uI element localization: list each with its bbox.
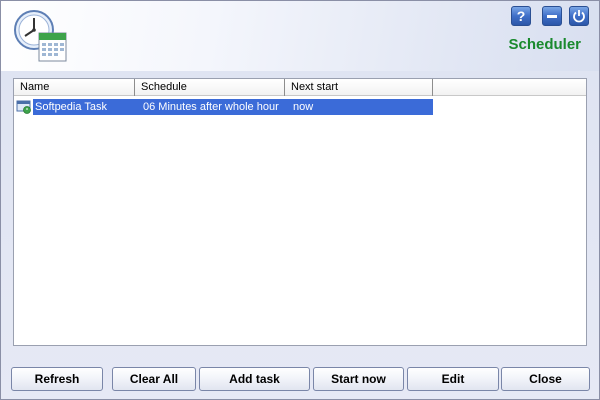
refresh-button[interactable]: Refresh — [11, 367, 103, 391]
power-icon — [573, 10, 585, 23]
scheduler-window: Scheduler ? Name Schedule Next start Sof… — [0, 0, 600, 400]
task-schedule-cell: 06 Minutes after whole hour — [137, 99, 287, 115]
clear-all-button[interactable]: Clear All — [112, 367, 196, 391]
column-header-next-start[interactable]: Next start — [285, 79, 433, 96]
task-icon — [16, 100, 31, 114]
table-header: Name Schedule Next start — [14, 79, 586, 96]
task-name-cell: Softpedia Task — [33, 99, 137, 115]
column-header-filler — [433, 79, 586, 96]
help-icon: ? — [516, 8, 526, 24]
close-button[interactable]: Close — [501, 367, 590, 391]
column-header-schedule[interactable]: Schedule — [135, 79, 285, 96]
edit-button[interactable]: Edit — [407, 367, 499, 391]
add-task-button[interactable]: Add task — [199, 367, 310, 391]
button-bar: Refresh Clear All Add task Start now Edi… — [11, 367, 591, 392]
minimize-button[interactable] — [542, 6, 562, 26]
power-button[interactable] — [569, 6, 589, 26]
task-table[interactable]: Name Schedule Next start Softpedia Task … — [13, 78, 587, 346]
column-header-name[interactable]: Name — [14, 79, 135, 96]
table-row[interactable]: Softpedia Task 06 Minutes after whole ho… — [14, 99, 434, 115]
clock-calendar-icon — [14, 10, 67, 62]
task-next-start-cell: now — [287, 99, 433, 115]
start-now-button[interactable]: Start now — [313, 367, 404, 391]
help-button[interactable]: ? — [511, 6, 531, 26]
app-title: Scheduler — [508, 36, 581, 53]
minimize-icon — [547, 15, 557, 18]
